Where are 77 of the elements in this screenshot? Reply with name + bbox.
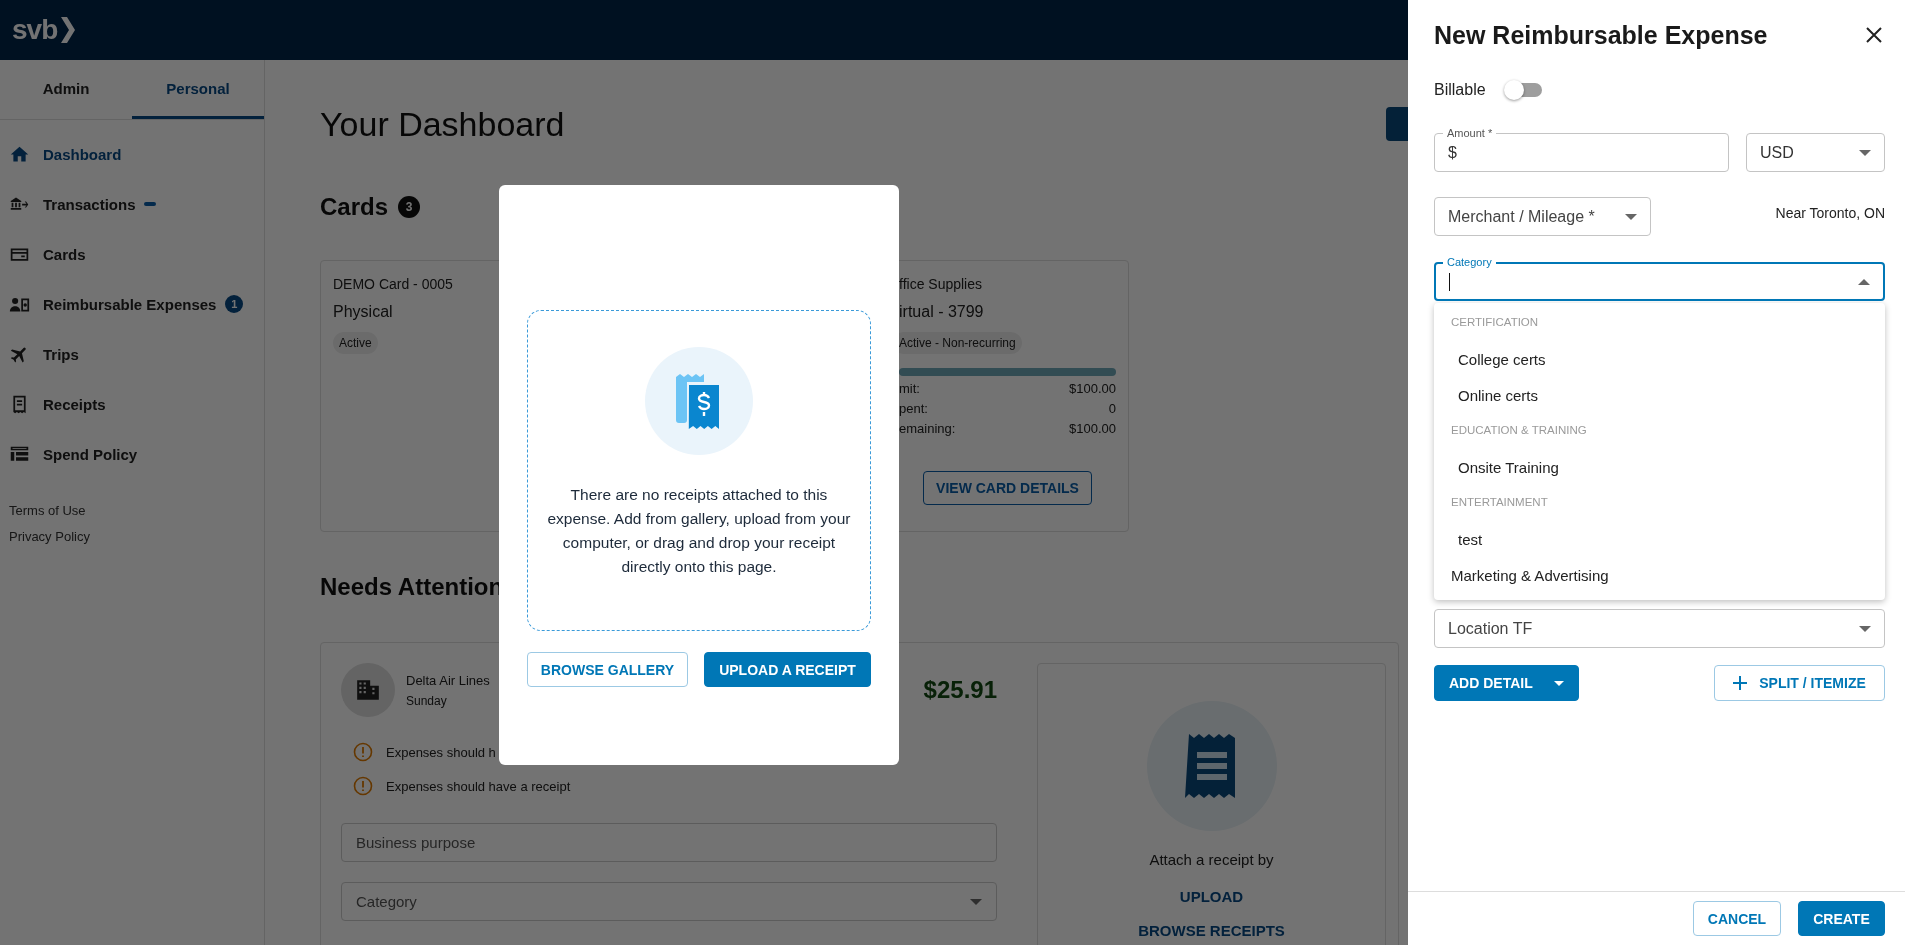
count-badge: 3 xyxy=(398,196,421,218)
billable-label: Billable xyxy=(1434,81,1486,99)
add-detail-button[interactable]: ADD DETAIL xyxy=(1434,665,1579,701)
card-name: DEMO Card - 0005 xyxy=(333,275,454,293)
split-button[interactable]: SPLIT / ITEMIZE xyxy=(1714,665,1885,701)
sidebar-tab[interactable]: Admin xyxy=(0,60,132,119)
dropdown-option[interactable]: Onsite Training xyxy=(1434,449,1885,485)
caret-icon xyxy=(1859,625,1871,632)
warning-icon xyxy=(353,776,373,796)
drop-zone[interactable]: There are no receipts attached to this expense. Add from gallery, upload from your computer, or drag and drop your receipt directly onto this page. xyxy=(527,310,871,631)
warning-text: Expenses should have a receipt xyxy=(386,778,571,794)
item-label: Receipts xyxy=(43,395,106,413)
logo: svb xyxy=(12,14,58,46)
close-icon[interactable] xyxy=(1865,26,1883,44)
item-label: Reimbursable Expenses xyxy=(43,295,217,313)
group-header: CERTIFICATION xyxy=(1450,315,1540,330)
sidebar-item[interactable]: Receipts xyxy=(0,379,264,429)
group-header: EDUCATION & TRAINING xyxy=(1450,423,1588,438)
item-label: Trips xyxy=(43,345,79,363)
sidebar-tab[interactable]: Personal xyxy=(132,60,264,119)
row-label: mit: xyxy=(899,381,920,396)
card-type: Physical xyxy=(333,302,394,322)
sidebar-item[interactable]: Trips xyxy=(0,329,264,379)
group-header: ENTERTAINMENT xyxy=(1450,495,1549,510)
billable-toggle[interactable] xyxy=(1503,80,1542,100)
expense-date: Sunday xyxy=(406,693,448,708)
section-heading: Cards xyxy=(320,193,389,221)
drawer-title: New Reimbursable Expense xyxy=(1434,20,1768,50)
row-label: emaining: xyxy=(899,421,956,436)
card-name: ffice Supplies xyxy=(899,275,983,293)
row-value: $100.00 xyxy=(1069,421,1116,436)
page-title: Your Dashboard xyxy=(320,104,565,144)
sidebar-item[interactable]: Transactions xyxy=(0,179,264,229)
count-badge: 1 xyxy=(225,295,244,313)
footer-link[interactable]: Privacy Policy xyxy=(9,527,264,547)
card-type: irtual - 3799 xyxy=(899,302,985,322)
chevron-icon xyxy=(59,17,76,43)
attach-link[interactable]: UPLOAD xyxy=(1179,888,1244,905)
caret-icon xyxy=(1625,213,1637,220)
status-tag: Active xyxy=(333,332,378,354)
row-value: $100.00 xyxy=(1069,381,1116,396)
caret-icon xyxy=(1859,149,1871,156)
attach-text: Attach a receipt by xyxy=(1149,851,1274,868)
attach-link[interactable]: BROWSE RECEIPTS xyxy=(1138,922,1285,939)
dropdown-option[interactable]: College certs xyxy=(1434,341,1885,377)
caret-icon xyxy=(1554,680,1564,686)
warning-text: Expenses should h xyxy=(386,744,496,760)
row-value: 0 xyxy=(1108,401,1116,416)
sidebar-item[interactable]: Cards xyxy=(0,229,264,279)
create-button[interactable]: CREATE xyxy=(1798,901,1885,936)
item-label: Transactions xyxy=(43,195,136,213)
plus-icon xyxy=(1733,676,1748,690)
location-hint: Near Toronto, ON xyxy=(1775,205,1885,221)
warning-icon xyxy=(353,742,373,762)
dropdown-option[interactable]: test xyxy=(1434,521,1885,557)
sidebar-item[interactable]: Reimbursable Expenses 1 xyxy=(0,279,264,329)
caret-icon xyxy=(970,898,982,905)
text-cursor xyxy=(1449,272,1450,291)
dropdown-option[interactable]: Marketing & Advertising xyxy=(1434,557,1885,593)
sidebar-item[interactable]: Dashboard xyxy=(0,129,264,179)
category-select[interactable]: Category xyxy=(341,882,997,921)
merchant-name: Delta Air Lines xyxy=(406,672,490,688)
upload-button[interactable]: UPLOAD A RECEIPT xyxy=(704,652,871,687)
expense-amount: $25.91 xyxy=(923,676,997,704)
view-details-button[interactable]: VIEW CARD DETAILS xyxy=(923,471,1092,505)
item-label: Dashboard xyxy=(43,145,122,163)
item-label: Cards xyxy=(43,245,86,263)
caret-icon xyxy=(1858,278,1870,285)
browse-button[interactable]: BROWSE GALLERY xyxy=(527,652,688,687)
row-label: pent: xyxy=(899,401,928,416)
sidebar-item[interactable]: Spend Policy xyxy=(0,429,264,479)
footer-link[interactable]: Terms of Use xyxy=(9,501,264,521)
section-heading: Needs Attention xyxy=(320,573,504,601)
cancel-button[interactable]: CANCEL xyxy=(1693,901,1781,936)
dropdown-option[interactable]: Online certs xyxy=(1434,377,1885,413)
item-label: Spend Policy xyxy=(43,445,138,463)
text-field[interactable]: Business purpose xyxy=(341,823,997,862)
